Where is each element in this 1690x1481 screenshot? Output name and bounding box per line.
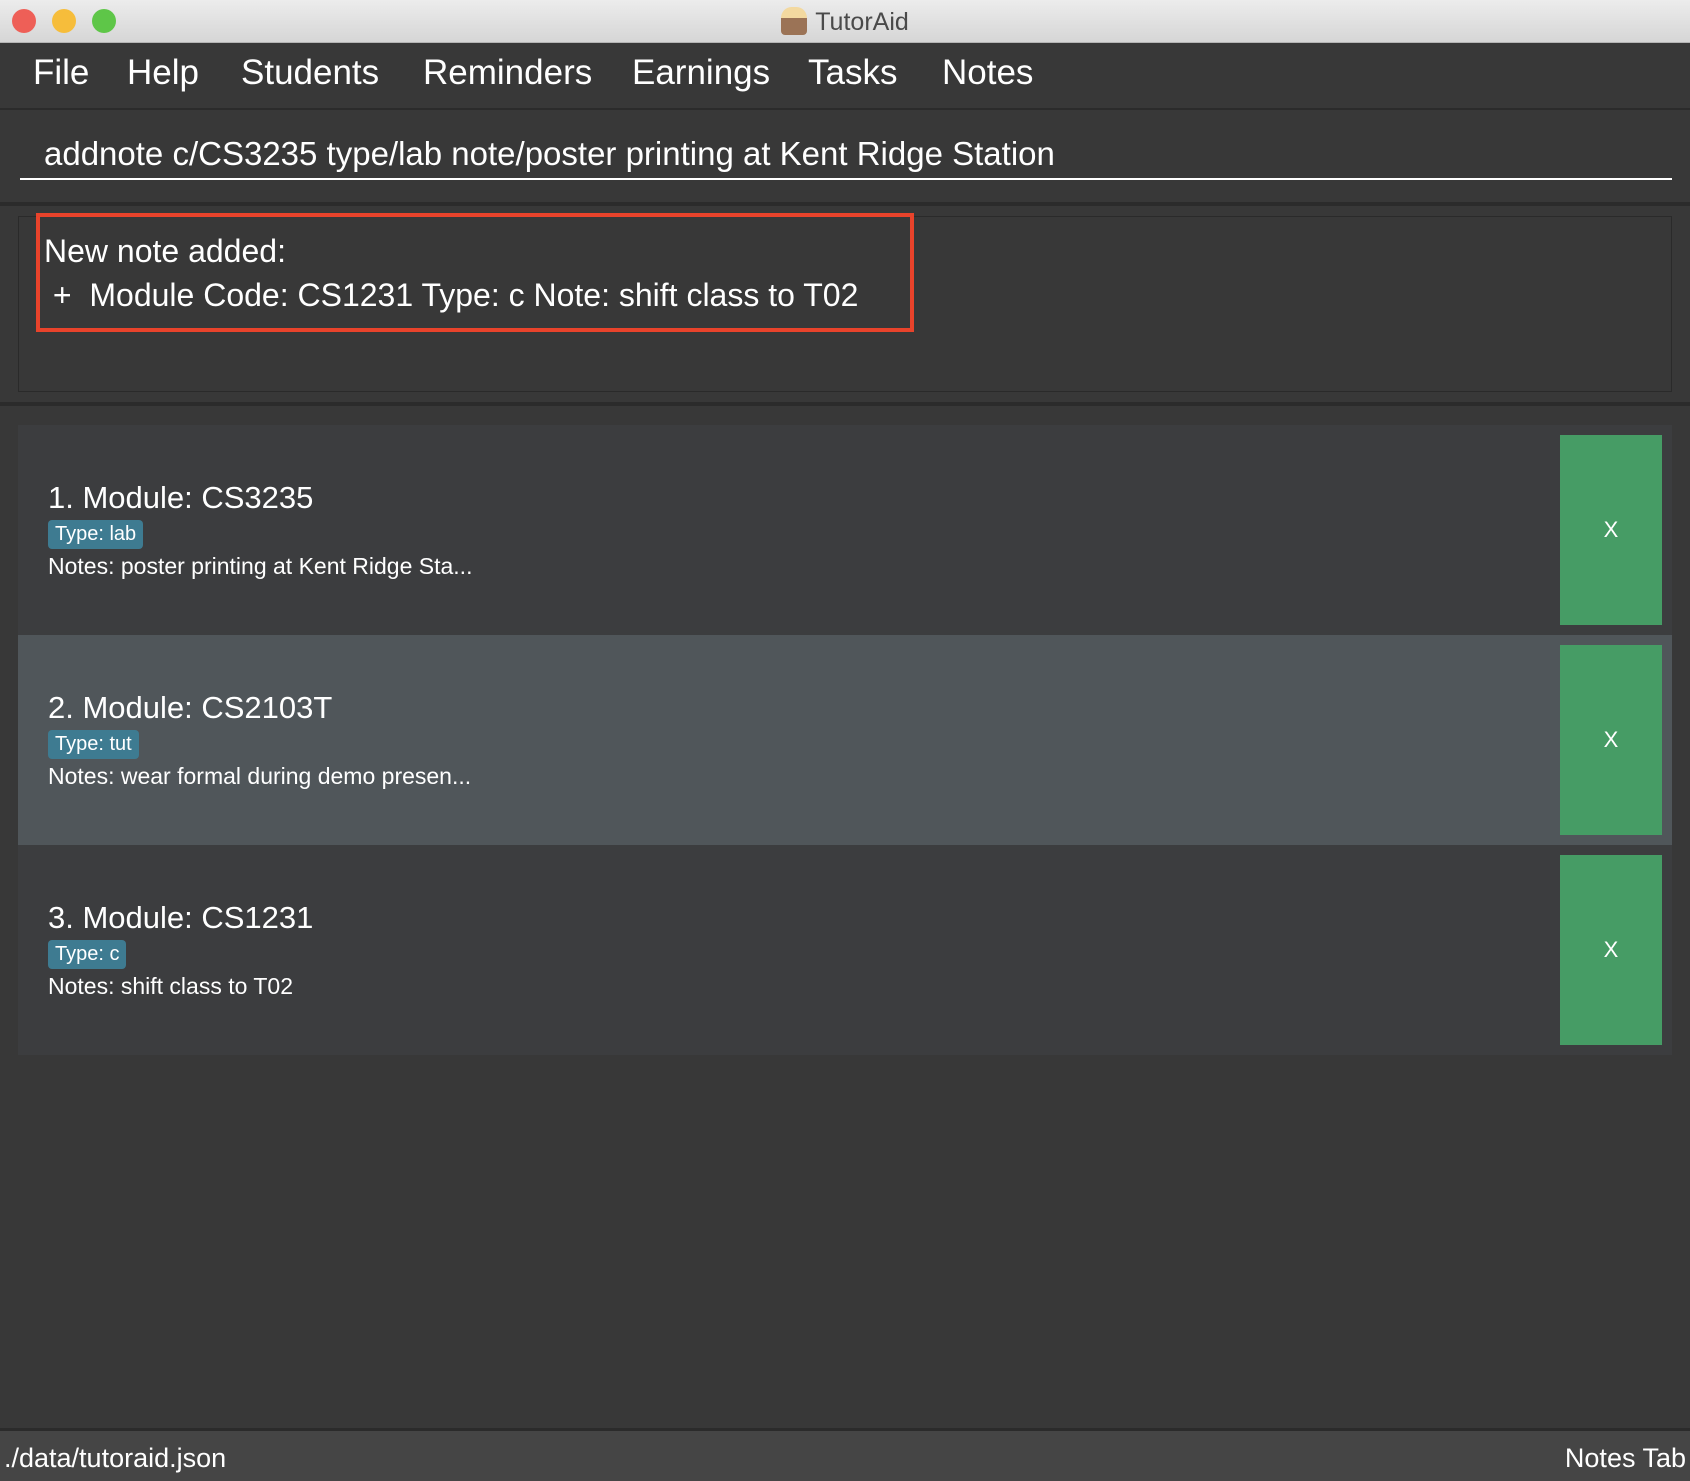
menu-notes[interactable]: Notes (942, 53, 1033, 93)
window-title: TutorAid (0, 7, 1690, 37)
menu-earnings[interactable]: Earnings (632, 53, 770, 93)
command-input[interactable] (20, 130, 1672, 180)
note-text: Notes: wear formal during demo presen... (48, 763, 472, 789)
current-tab-label: Notes Tab (1564, 1443, 1686, 1473)
menu-bar: File Help Students Reminders Earnings Ta… (0, 43, 1690, 110)
delete-note-button[interactable]: X (1560, 435, 1662, 625)
note-type-tag: Type: c (48, 940, 127, 969)
divider (0, 402, 1690, 406)
note-text: Notes: shift class to T02 (48, 973, 294, 999)
menu-tasks[interactable]: Tasks (808, 53, 897, 93)
highlight-box (36, 213, 914, 332)
tutor-avatar-icon (781, 7, 808, 35)
note-title: 1. Module: CS3235 (48, 480, 314, 515)
menu-file[interactable]: File (33, 53, 89, 93)
note-card[interactable]: 1. Module: CS3235 Type: lab Notes: poste… (18, 425, 1672, 635)
menu-students[interactable]: Students (241, 53, 379, 93)
note-card[interactable]: 3. Module: CS1231 Type: c Notes: shift c… (18, 845, 1672, 1055)
note-title: 3. Module: CS1231 (48, 900, 314, 935)
note-card[interactable]: 2. Module: CS2103T Type: tut Notes: wear… (18, 635, 1672, 845)
command-box (0, 110, 1690, 206)
note-title: 2. Module: CS2103T (48, 690, 333, 725)
delete-note-button[interactable]: X (1560, 645, 1662, 835)
title-bar: TutorAid (0, 0, 1690, 43)
note-type-tag: Type: lab (48, 520, 144, 549)
note-text: Notes: poster printing at Kent Ridge Sta… (48, 553, 473, 579)
notes-list: 1. Module: CS3235 Type: lab Notes: poste… (18, 425, 1672, 1055)
status-bar: ./data/tutoraid.json Notes Tab (0, 1428, 1690, 1481)
window-title-text: TutorAid (815, 8, 909, 36)
menu-reminders[interactable]: Reminders (423, 53, 592, 93)
data-file-path: ./data/tutoraid.json (4, 1443, 227, 1473)
note-type-tag: Type: tut (48, 730, 139, 759)
menu-help[interactable]: Help (127, 53, 199, 93)
delete-note-button[interactable]: X (1560, 855, 1662, 1045)
